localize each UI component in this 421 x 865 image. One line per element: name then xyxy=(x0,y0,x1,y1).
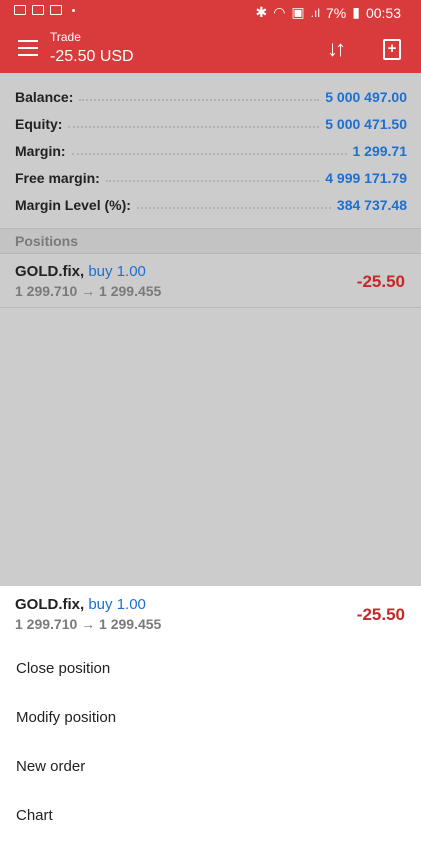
positions-section-header: Positions xyxy=(0,228,421,254)
dotted-leader xyxy=(136,201,331,209)
window-icon xyxy=(50,5,62,15)
free-margin-label: Free margin: xyxy=(15,170,100,186)
margin-value: 1 299.71 xyxy=(352,143,408,159)
page-title: Trade xyxy=(50,30,81,44)
equity-value: 5 000 471.50 xyxy=(325,116,407,132)
close-position-menu-item[interactable]: Close position xyxy=(16,660,110,677)
new-order-icon[interactable]: + xyxy=(383,39,401,60)
hamburger-menu-icon[interactable] xyxy=(18,40,38,56)
balance-row: Balance: 5 000 497.00 xyxy=(15,87,407,107)
gallery-icon xyxy=(14,5,26,15)
sheet-position-summary: GOLD.fix, buy 1.00 1 299.710 → 1 299.455… xyxy=(0,586,421,638)
sheet-position-prices: 1 299.710 → 1 299.455 xyxy=(15,616,162,632)
battery-percent: 7% xyxy=(326,4,347,21)
sheet-position-title: GOLD.fix, buy 1.00 xyxy=(15,596,146,613)
dotted-leader xyxy=(71,147,347,155)
chart-menu-item[interactable]: Chart xyxy=(16,807,53,824)
position-side: buy 1.00 xyxy=(88,263,146,280)
equity-label: Equity: xyxy=(15,116,63,132)
laptop-icon xyxy=(32,5,44,15)
notification-icons xyxy=(14,5,75,15)
battery-icon: ▮ xyxy=(352,4,360,20)
position-row[interactable]: GOLD.fix, buy 1.00 1 299.710 → 1 299.455… xyxy=(0,255,421,308)
free-margin-value: 4 999 171.79 xyxy=(325,170,407,186)
signal-icon: .ıl xyxy=(310,5,320,20)
margin-level-value: 384 737.48 xyxy=(336,197,407,213)
position-symbol: GOLD.fix, xyxy=(15,263,85,280)
sort-icon[interactable]: ↓↑ xyxy=(327,36,346,62)
account-summary: Balance: 5 000 497.00 Equity: 5 000 471.… xyxy=(0,73,421,227)
more-dot-icon xyxy=(72,8,75,12)
position-title: GOLD.fix, buy 1.00 xyxy=(15,263,146,280)
sheet-position-symbol: GOLD.fix, xyxy=(15,596,85,613)
dotted-leader xyxy=(68,120,320,128)
equity-row: Equity: 5 000 471.50 xyxy=(15,114,407,134)
sim-icon: ▣ xyxy=(291,4,305,20)
system-indicators: ✱ ◠ ▣ .ıl 7% ▮ 00:53 xyxy=(255,4,401,21)
total-profit: -25.50 USD xyxy=(50,48,134,65)
status-bar: ✱ ◠ ▣ .ıl 7% ▮ 00:53 xyxy=(0,0,421,26)
balance-value: 5 000 497.00 xyxy=(325,89,407,105)
clock: 00:53 xyxy=(365,4,401,21)
margin-row: Margin: 1 299.71 xyxy=(15,141,407,161)
balance-label: Balance: xyxy=(15,89,74,105)
position-prices: 1 299.710 → 1 299.455 xyxy=(15,283,162,299)
sheet-position-profit: -25.50 xyxy=(356,605,405,624)
position-action-sheet: GOLD.fix, buy 1.00 1 299.710 → 1 299.455… xyxy=(0,586,421,865)
margin-level-label: Margin Level (%): xyxy=(15,197,131,213)
free-margin-row: Free margin: 4 999 171.79 xyxy=(15,168,407,188)
dotted-leader xyxy=(105,174,320,182)
new-order-menu-item[interactable]: New order xyxy=(16,758,85,775)
margin-label: Margin: xyxy=(15,143,66,159)
dotted-leader xyxy=(79,93,320,101)
sheet-position-side: buy 1.00 xyxy=(88,596,146,613)
position-profit: -25.50 xyxy=(356,272,405,291)
bluetooth-icon: ✱ xyxy=(255,4,268,20)
modify-position-menu-item[interactable]: Modify position xyxy=(16,709,116,726)
wifi-icon: ◠ xyxy=(273,4,286,20)
app-bar: Trade -25.50 USD ↓↑ + xyxy=(0,26,421,73)
margin-level-row: Margin Level (%): 384 737.48 xyxy=(15,195,407,215)
positions-header-label: Positions xyxy=(15,233,79,249)
